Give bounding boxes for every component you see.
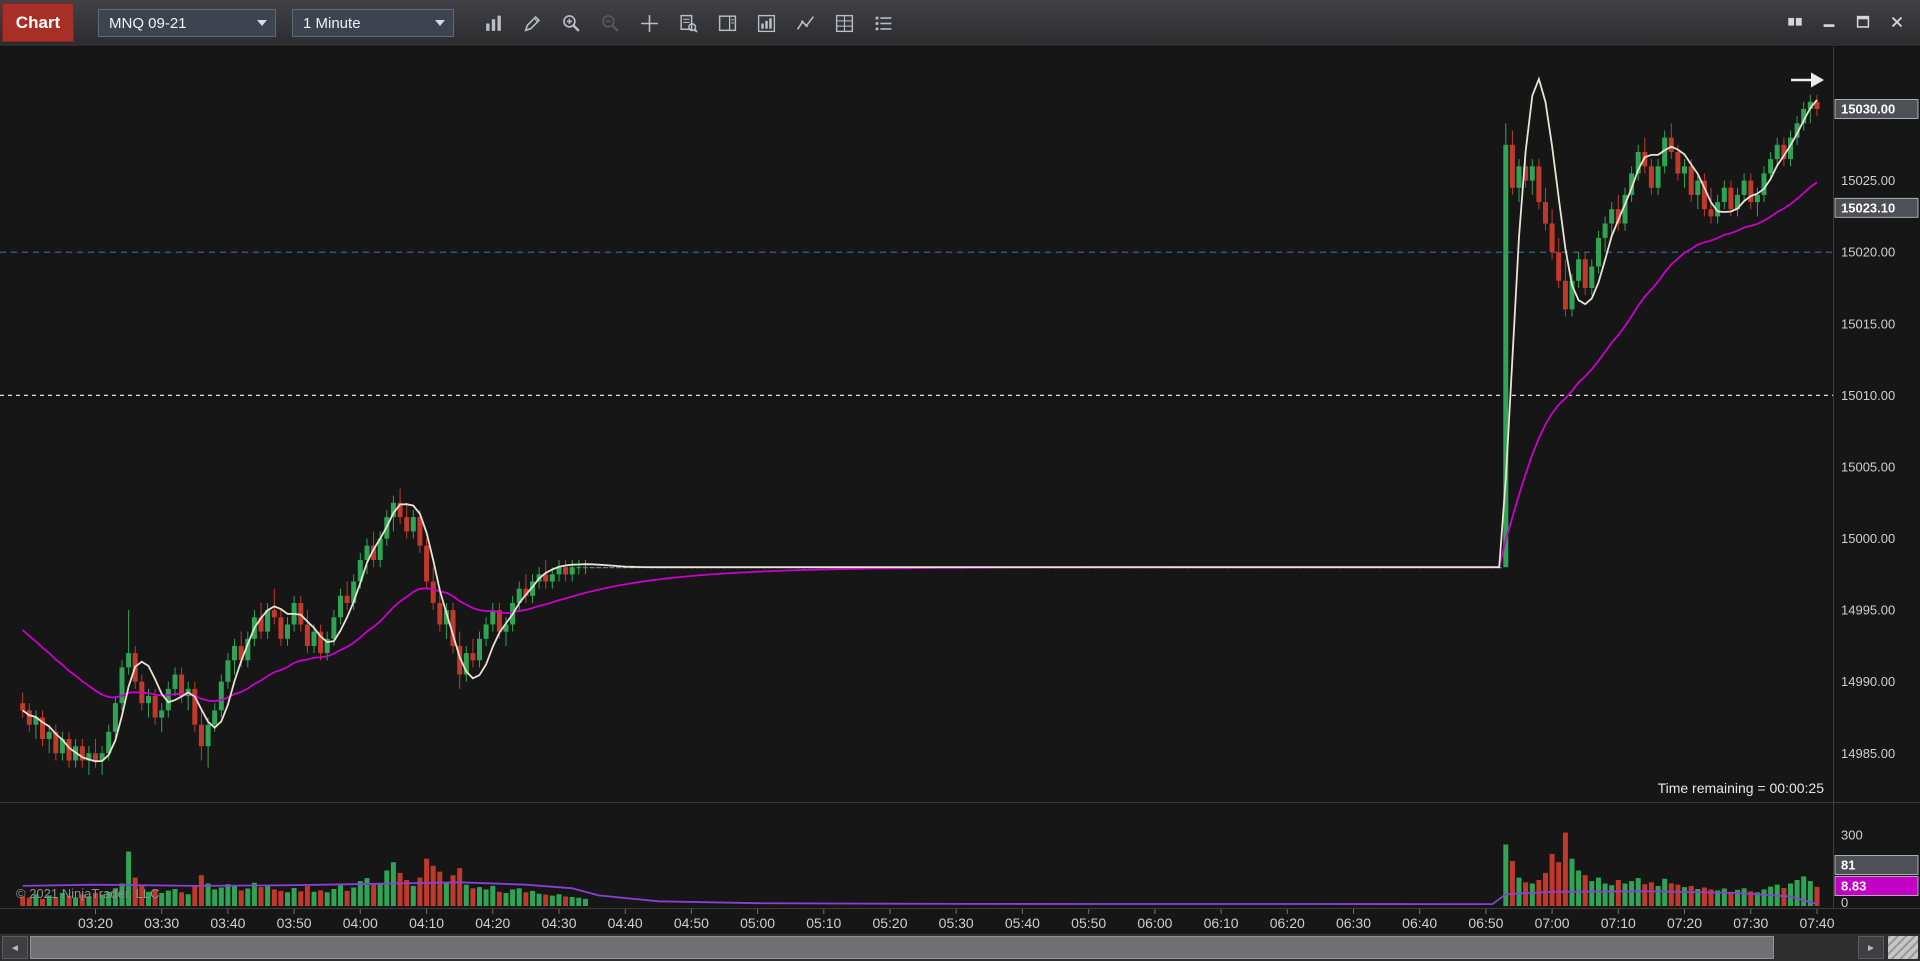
chart-window: Chart MNQ 09-21 1 Minute 15030.00 15025.0… bbox=[0, 0, 1920, 961]
time-remaining-label: Time remaining = 00:00:25 bbox=[1657, 780, 1824, 796]
svg-text:04:20: 04:20 bbox=[475, 915, 510, 931]
chart-tab[interactable]: Chart bbox=[2, 3, 74, 42]
close-icon[interactable] bbox=[1883, 9, 1910, 34]
chart-style-icon[interactable] bbox=[478, 8, 508, 38]
svg-text:03:20: 03:20 bbox=[78, 915, 113, 931]
svg-text:05:00: 05:00 bbox=[740, 915, 775, 931]
svg-text:8.83: 8.83 bbox=[1841, 879, 1866, 894]
copyright-label: © 2021 NinjaTrader, LLC bbox=[16, 886, 160, 901]
svg-text:15000.00: 15000.00 bbox=[1841, 531, 1895, 546]
horizontal-scrollbar[interactable]: ◄ ► bbox=[0, 933, 1920, 961]
scrollbar-thumb[interactable] bbox=[30, 936, 1774, 959]
svg-text:04:40: 04:40 bbox=[608, 915, 643, 931]
svg-text:05:20: 05:20 bbox=[872, 915, 907, 931]
resize-grip[interactable] bbox=[1888, 936, 1918, 959]
svg-text:04:50: 04:50 bbox=[674, 915, 709, 931]
svg-text:81: 81 bbox=[1841, 858, 1855, 873]
price-marker: 15023.10 bbox=[1834, 197, 1919, 218]
svg-text:15025.00: 15025.00 bbox=[1841, 173, 1895, 188]
scroll-right-button[interactable]: ► bbox=[1858, 936, 1884, 959]
svg-text:05:30: 05:30 bbox=[939, 915, 974, 931]
svg-text:03:50: 03:50 bbox=[277, 915, 312, 931]
strategies-icon[interactable] bbox=[829, 8, 859, 38]
drawing-tools-icon[interactable] bbox=[517, 8, 547, 38]
properties-icon[interactable] bbox=[868, 8, 898, 38]
svg-text:15015.00: 15015.00 bbox=[1841, 316, 1895, 331]
svg-text:06:40: 06:40 bbox=[1402, 915, 1437, 931]
svg-text:06:50: 06:50 bbox=[1468, 915, 1503, 931]
chevron-down-icon bbox=[257, 20, 267, 26]
data-box-icon[interactable] bbox=[673, 8, 703, 38]
zoom-in-icon[interactable] bbox=[556, 8, 586, 38]
window-buttons bbox=[1781, 9, 1910, 34]
scroll-left-button[interactable]: ◄ bbox=[2, 936, 28, 959]
toolbar-icon-group bbox=[478, 8, 898, 38]
chevron-down-icon bbox=[435, 20, 445, 26]
svg-text:05:10: 05:10 bbox=[806, 915, 841, 931]
instrument-selector[interactable]: MNQ 09-21 bbox=[98, 9, 276, 37]
price-marker: 15030.00 bbox=[1834, 99, 1919, 119]
svg-text:07:00: 07:00 bbox=[1535, 915, 1570, 931]
svg-text:15030.00: 15030.00 bbox=[1841, 102, 1895, 117]
svg-text:04:30: 04:30 bbox=[541, 915, 576, 931]
svg-text:15010.00: 15010.00 bbox=[1841, 388, 1895, 403]
trend-lines-icon[interactable] bbox=[790, 8, 820, 38]
svg-text:300: 300 bbox=[1841, 828, 1863, 843]
svg-text:07:20: 07:20 bbox=[1667, 915, 1702, 931]
toolbar: Chart MNQ 09-21 1 Minute bbox=[0, 0, 1920, 47]
interval-selector-value: 1 Minute bbox=[303, 14, 361, 32]
svg-text:15020.00: 15020.00 bbox=[1841, 245, 1895, 260]
svg-text:07:30: 07:30 bbox=[1733, 915, 1768, 931]
svg-text:14995.00: 14995.00 bbox=[1841, 603, 1895, 618]
svg-text:03:40: 03:40 bbox=[210, 915, 245, 931]
svg-text:06:20: 06:20 bbox=[1270, 915, 1305, 931]
indicators-icon[interactable] bbox=[751, 8, 781, 38]
svg-text:0: 0 bbox=[1841, 895, 1848, 910]
svg-text:06:00: 06:00 bbox=[1137, 915, 1172, 931]
interval-selector[interactable]: 1 Minute bbox=[292, 9, 454, 37]
svg-text:14985.00: 14985.00 bbox=[1841, 746, 1895, 761]
zoom-out-icon[interactable] bbox=[595, 8, 625, 38]
chart-canvas[interactable]: 15030.00 15025.00 15020.00 15015.00 15010.00… bbox=[0, 46, 1920, 933]
svg-text:15005.00: 15005.00 bbox=[1841, 460, 1895, 475]
windows-icon[interactable] bbox=[1781, 9, 1808, 34]
crosshair-icon[interactable] bbox=[634, 8, 664, 38]
svg-text:05:50: 05:50 bbox=[1071, 915, 1106, 931]
volume-marker: 81 bbox=[1834, 855, 1919, 875]
instrument-selector-value: MNQ 09-21 bbox=[109, 14, 187, 32]
volume-marker: 8.83 bbox=[1834, 876, 1919, 896]
svg-text:04:10: 04:10 bbox=[409, 915, 444, 931]
svg-text:06:30: 06:30 bbox=[1336, 915, 1371, 931]
svg-text:15023.10: 15023.10 bbox=[1841, 200, 1895, 215]
chart-trader-icon[interactable] bbox=[712, 8, 742, 38]
svg-text:05:40: 05:40 bbox=[1005, 915, 1040, 931]
minimize-icon[interactable] bbox=[1815, 9, 1842, 34]
maximize-icon[interactable] bbox=[1849, 9, 1876, 34]
svg-text:06:10: 06:10 bbox=[1204, 915, 1239, 931]
svg-text:07:40: 07:40 bbox=[1799, 915, 1834, 931]
svg-text:04:00: 04:00 bbox=[343, 915, 378, 931]
svg-text:14990.00: 14990.00 bbox=[1841, 674, 1895, 689]
svg-text:07:10: 07:10 bbox=[1601, 915, 1636, 931]
svg-text:03:30: 03:30 bbox=[144, 915, 179, 931]
